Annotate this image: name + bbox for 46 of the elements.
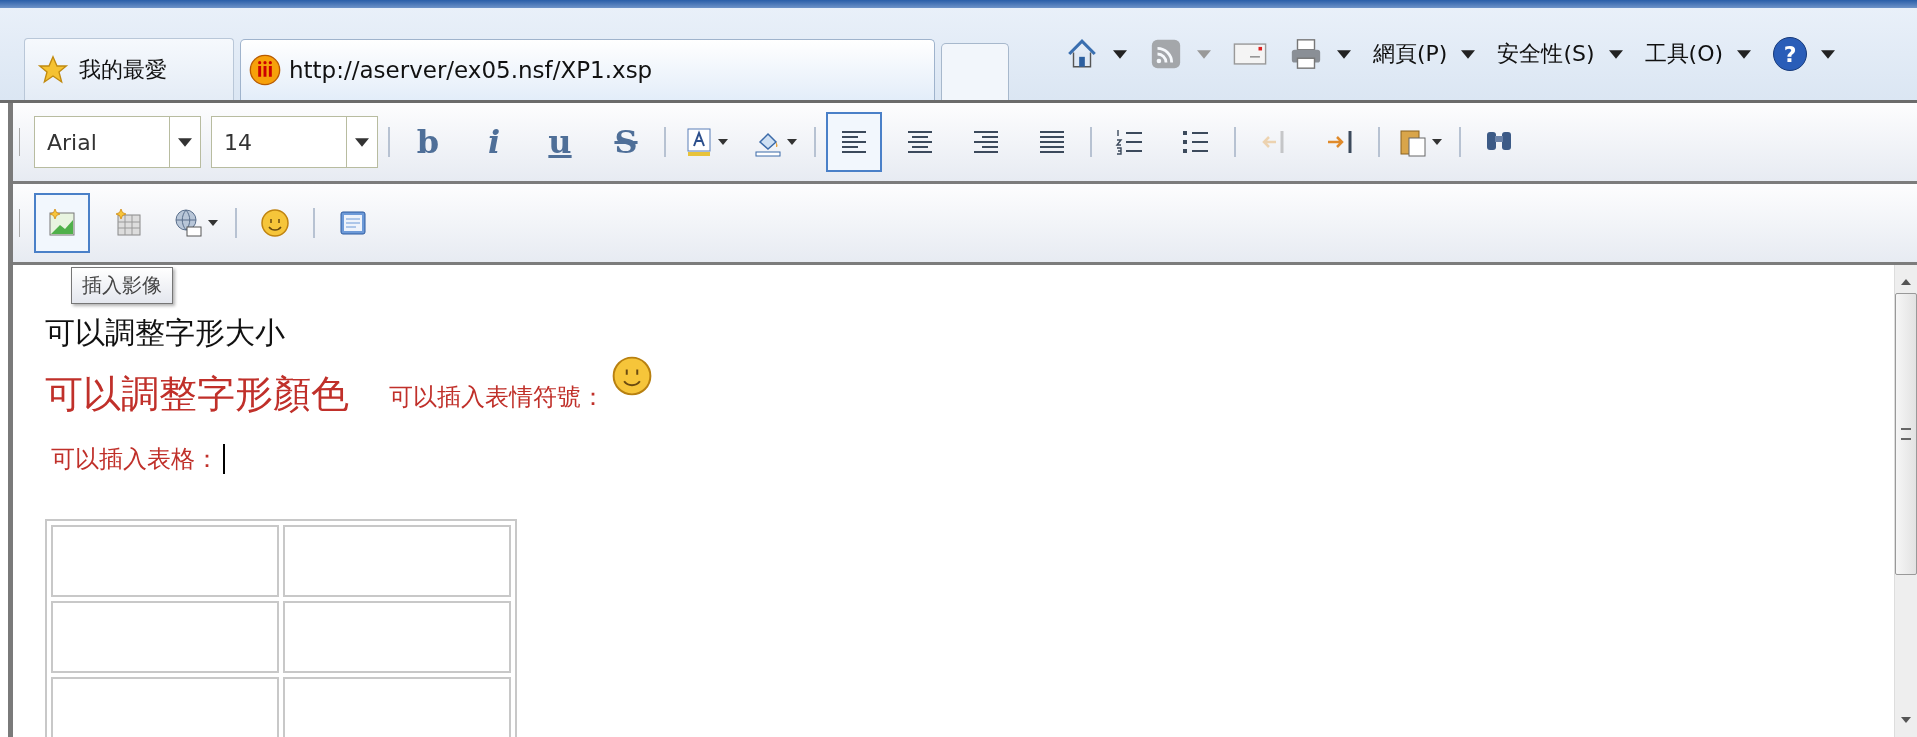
caret-icon bbox=[787, 139, 797, 145]
caret-icon bbox=[355, 137, 369, 147]
menu-button[interactable]: 工具(O) bbox=[1644, 39, 1752, 69]
caret-icon bbox=[208, 220, 218, 226]
large-text-line: 可以調整字形大小 bbox=[45, 315, 286, 351]
caret-icon bbox=[1461, 49, 1476, 59]
site-icon bbox=[249, 54, 281, 86]
emoticon-text: 可以插入表情符號： bbox=[389, 382, 605, 413]
favorites-button[interactable]: 我的最愛 bbox=[24, 38, 234, 100]
table-text: 可以插入表格： bbox=[51, 444, 219, 475]
menu-button[interactable]: 安全性(S) bbox=[1497, 39, 1623, 69]
insert-image-button[interactable] bbox=[34, 193, 90, 253]
star-icon bbox=[37, 53, 69, 86]
font-size-select[interactable]: 14 bbox=[211, 116, 378, 168]
browser-tab[interactable]: http://aserver/ex05.nsf/XP1.xsp bbox=[240, 39, 935, 100]
tooltip: 插入影像 bbox=[71, 267, 173, 304]
menu-button[interactable]: 網頁(P) bbox=[1373, 39, 1476, 69]
feed-icon bbox=[1149, 37, 1183, 71]
caret-icon bbox=[1432, 139, 1442, 145]
scrollbar-thumb[interactable] bbox=[1895, 293, 1917, 575]
printer-icon bbox=[1289, 37, 1323, 71]
strikethrough-button[interactable]: S bbox=[598, 112, 654, 172]
caret-icon bbox=[1737, 49, 1752, 59]
scroll-up-icon[interactable] bbox=[1901, 279, 1911, 285]
caret-icon bbox=[1197, 49, 1211, 59]
italic-button[interactable]: i bbox=[466, 112, 522, 172]
align-left-button[interactable] bbox=[826, 112, 882, 172]
colored-text-line: 可以調整字形顏色 bbox=[45, 371, 349, 417]
vertical-scrollbar[interactable] bbox=[1894, 265, 1917, 737]
caret-icon bbox=[718, 139, 728, 145]
image-icon bbox=[46, 207, 78, 239]
printer-button[interactable] bbox=[1289, 37, 1351, 71]
text-cursor bbox=[223, 444, 225, 474]
font-family-select[interactable]: Arial bbox=[34, 116, 201, 168]
caret-icon bbox=[1337, 49, 1351, 59]
caret-icon bbox=[1113, 49, 1127, 59]
caret-icon bbox=[1608, 49, 1623, 59]
smiley-icon bbox=[611, 355, 653, 397]
scroll-down-icon[interactable] bbox=[1901, 717, 1911, 723]
tab-title: http://aserver/ex05.nsf/XP1.xsp bbox=[289, 57, 653, 83]
caret-icon bbox=[1821, 49, 1836, 59]
bold-button[interactable]: b bbox=[400, 112, 456, 172]
caret-icon bbox=[178, 137, 192, 147]
globe-icon bbox=[173, 207, 205, 239]
underline-button[interactable]: u bbox=[532, 112, 588, 172]
smiley-icon bbox=[259, 207, 291, 239]
